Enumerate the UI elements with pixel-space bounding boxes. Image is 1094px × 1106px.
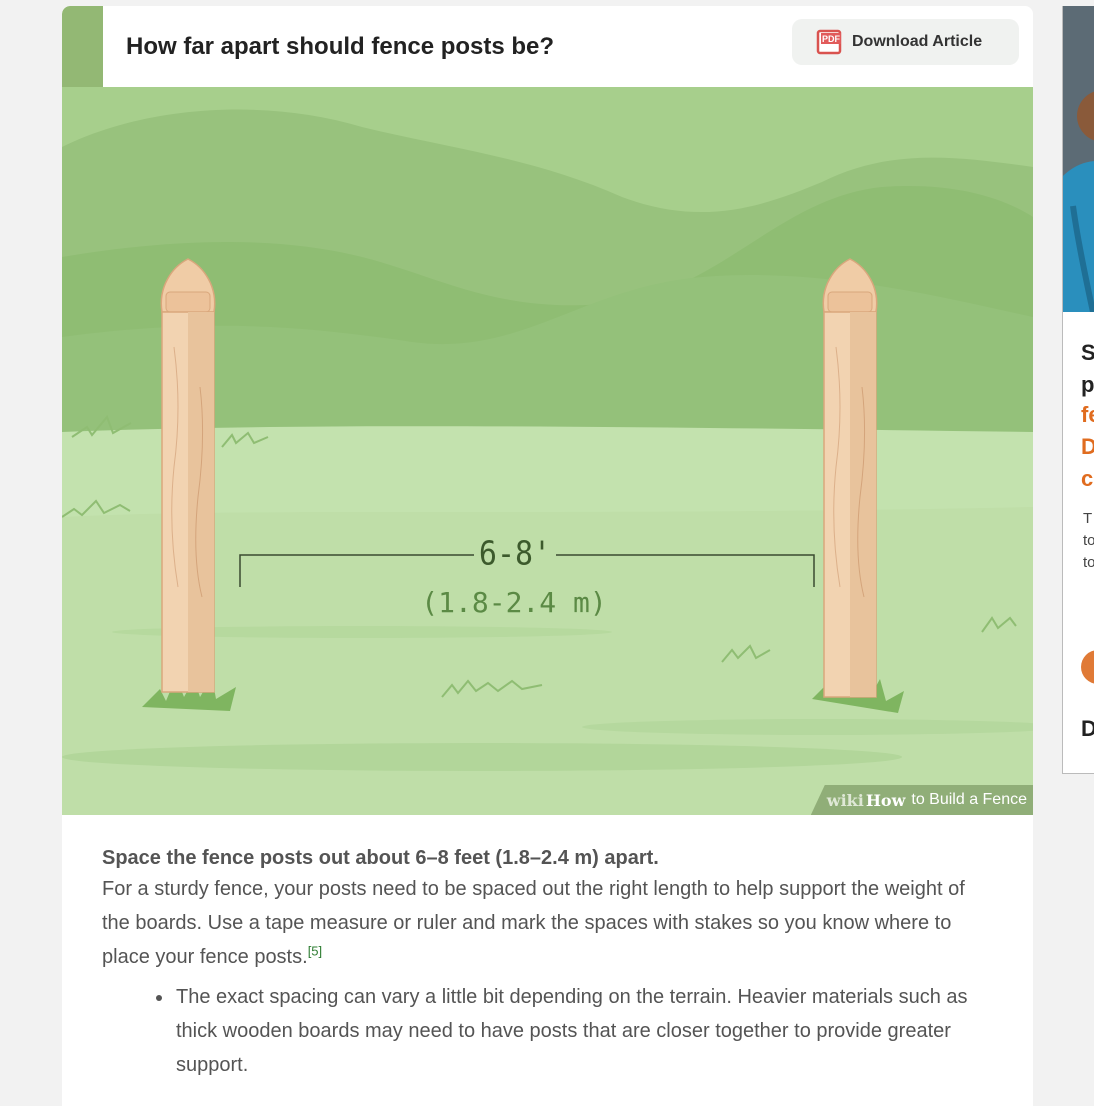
step-marker <box>62 6 103 87</box>
measure-meters-label: (1.8-2.4 m) <box>421 586 606 619</box>
right-fence-post <box>822 258 878 698</box>
side-bottom-letter: D <box>1081 716 1094 742</box>
side-ad-panel[interactable]: S p fe D c T to to D <box>1062 6 1094 774</box>
left-fence-post <box>160 258 216 693</box>
side-letter-3: D <box>1081 434 1094 460</box>
side-letter-1: p <box>1081 372 1094 397</box>
measure-feet-label: 6-8' <box>479 535 551 573</box>
watermark-article-link: to Build a Fence <box>911 791 1027 808</box>
side-small-0: T <box>1083 510 1093 527</box>
step-body: For a sturdy fence, your posts need to b… <box>102 878 965 968</box>
pdf-icon-text: PDF <box>822 34 841 44</box>
side-letter-0: S <box>1081 340 1094 366</box>
watermark-how: How <box>865 790 906 810</box>
side-letter-4: c <box>1081 466 1094 491</box>
side-orange-button[interactable] <box>1081 650 1094 684</box>
step-bullets: The exact spacing can vary a little bit … <box>102 980 982 1082</box>
side-small-1: to <box>1083 532 1094 549</box>
download-label: Download Article <box>852 33 983 50</box>
side-letter-2: fe <box>1081 402 1094 427</box>
step-text: Space the fence posts out about 6–8 feet… <box>102 844 982 1082</box>
fence-posts-illustration: 6-8' (1.8-2.4 m) <box>62 87 1033 815</box>
watermark-wiki: wiki <box>826 790 864 810</box>
article-step-card: How far apart should fence posts be? PDF… <box>62 6 1033 1106</box>
citation-link[interactable]: [5] <box>308 943 322 958</box>
step-header: How far apart should fence posts be? PDF… <box>62 6 1033 87</box>
step-lead: Space the fence posts out about 6–8 feet… <box>102 847 659 869</box>
download-article-button[interactable]: PDF Download Article <box>792 19 1019 65</box>
step-title: How far apart should fence posts be? <box>126 33 555 60</box>
citation-text[interactable]: [5] <box>308 943 322 958</box>
pdf-icon: PDF <box>816 28 844 56</box>
side-small-2: to <box>1083 554 1094 571</box>
side-photo <box>1063 6 1094 312</box>
wikihow-watermark[interactable]: wiki How to Build a Fence <box>810 785 1033 815</box>
step-illustration[interactable]: 6-8' (1.8-2.4 m) wiki How to Build a Fen… <box>62 87 1033 815</box>
bullet-item: The exact spacing can vary a little bit … <box>156 980 982 1082</box>
